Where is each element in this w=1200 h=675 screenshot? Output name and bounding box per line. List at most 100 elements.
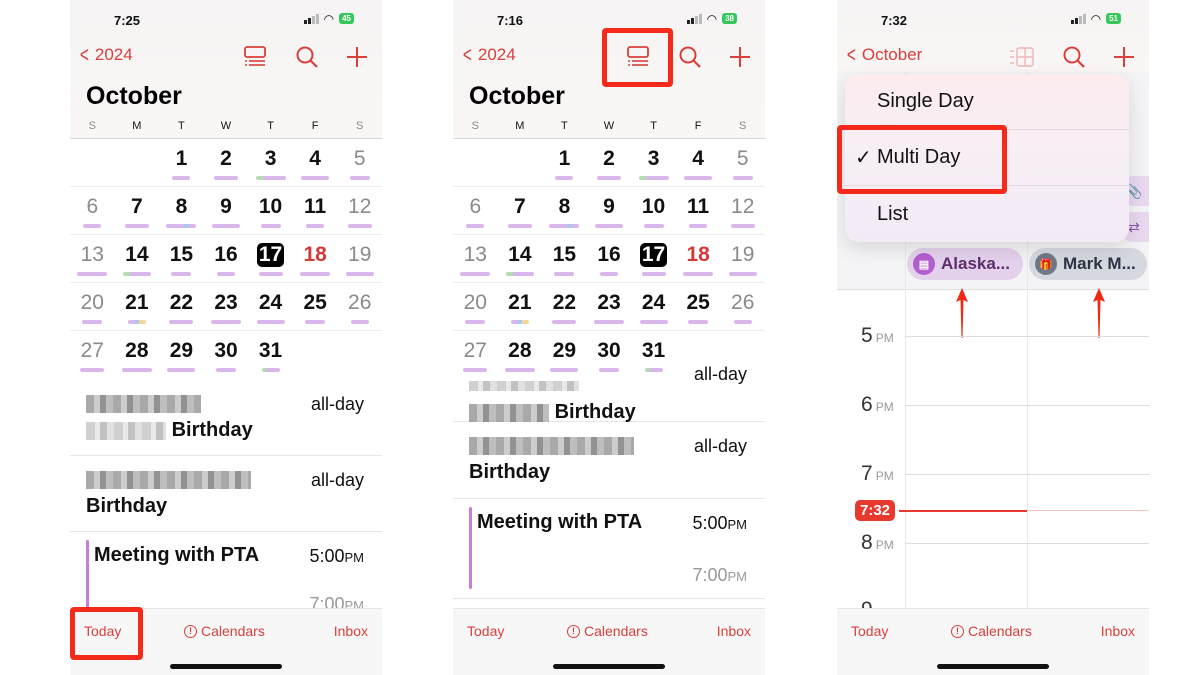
day-cell[interactable]: 8	[159, 187, 204, 234]
day-cell[interactable]: 15	[159, 235, 204, 282]
day-cell[interactable]: 20	[70, 283, 115, 330]
day-cell[interactable]: 30	[204, 331, 249, 379]
day-number: 2	[220, 147, 232, 170]
day-cell[interactable]: 1	[159, 139, 204, 186]
month-title: October	[469, 82, 565, 110]
today-button[interactable]: Today	[467, 623, 504, 639]
calendars-button[interactable]: ! Calendars	[184, 623, 265, 639]
day-cell[interactable]: 12	[720, 187, 765, 234]
calendars-button[interactable]: ! Calendars	[951, 623, 1032, 639]
view-toggle-button[interactable]	[242, 44, 268, 70]
inbox-button[interactable]: Inbox	[1101, 623, 1135, 639]
day-cell[interactable]: 4	[293, 139, 338, 186]
day-cell[interactable]: 7	[115, 187, 160, 234]
day-cell[interactable]: 11	[293, 187, 338, 234]
day-cell[interactable]: 12	[337, 187, 382, 234]
day-cell[interactable]: 21	[498, 283, 543, 330]
day-cell[interactable]: 5	[720, 139, 765, 186]
day-cell[interactable]: 8	[542, 187, 587, 234]
day-cell[interactable]: 25	[293, 283, 338, 330]
day-cell[interactable]: 13	[70, 235, 115, 282]
day-cell[interactable]: 10	[631, 187, 676, 234]
calendars-button[interactable]: ! Calendars	[567, 623, 648, 639]
day-cell[interactable]: 16	[587, 235, 632, 282]
day-cell[interactable]: 18	[293, 235, 338, 282]
chevron-left-icon: <	[79, 42, 89, 67]
day-cell[interactable]: 23	[204, 283, 249, 330]
day-cell[interactable]: 5	[337, 139, 382, 186]
day-cell[interactable]: 13	[453, 235, 498, 282]
event-item[interactable]: Birthday all-day	[70, 380, 382, 456]
hour-suffix: PM	[875, 400, 894, 414]
event-item[interactable]: Birthday all-day	[70, 456, 382, 532]
event-start-time: 5:00PM	[309, 546, 364, 567]
day-cell[interactable]: 19	[337, 235, 382, 282]
day-cell[interactable]: 3	[248, 139, 293, 186]
event-item[interactable]: Birthday all-day	[453, 422, 765, 499]
day-cell[interactable]: 20	[453, 283, 498, 330]
menu-item-single-day[interactable]: Single Day	[845, 74, 1129, 130]
day-cell[interactable]: 18	[676, 235, 721, 282]
day-cell[interactable]: 17	[248, 235, 293, 282]
search-button[interactable]	[1061, 44, 1087, 70]
search-button[interactable]	[677, 44, 703, 70]
day-cell[interactable]: 1	[542, 139, 587, 186]
day-number: 15	[169, 243, 194, 266]
back-button[interactable]: <2024	[78, 44, 133, 66]
add-event-button[interactable]	[727, 44, 753, 70]
event-indicator	[730, 224, 755, 228]
all-day-event-chip[interactable]: 🎁 Mark M...	[1029, 248, 1147, 280]
day-cell[interactable]: 26	[720, 283, 765, 330]
all-day-event-chip[interactable]: ▤ Alaska...	[907, 248, 1023, 280]
day-cell[interactable]: 27	[70, 331, 115, 379]
day-cell[interactable]: 3	[631, 139, 676, 186]
add-event-button[interactable]	[344, 44, 370, 70]
today-button[interactable]: Today	[851, 623, 888, 639]
event-item[interactable]: Birthday all-day	[453, 364, 765, 423]
event-indicator	[211, 224, 240, 228]
back-button[interactable]: < October	[845, 44, 922, 66]
day-number: 16	[214, 243, 238, 266]
day-cell[interactable]: 6	[453, 187, 498, 234]
search-button[interactable]	[294, 44, 320, 70]
event-indicator	[593, 320, 624, 324]
day-cell[interactable]: 24	[248, 283, 293, 330]
day-cell[interactable]: 23	[587, 283, 632, 330]
day-cell[interactable]: 9	[587, 187, 632, 234]
event-item[interactable]: Meeting with PTA 5:00PM 7:00PM	[70, 532, 382, 614]
inbox-button[interactable]: Inbox	[334, 623, 368, 639]
day-cell[interactable]: 6	[70, 187, 115, 234]
day-cell[interactable]: 31	[248, 331, 293, 379]
add-event-button[interactable]	[1111, 44, 1137, 70]
day-cell[interactable]: 7	[498, 187, 543, 234]
day-number: 5	[736, 147, 749, 170]
day-cell[interactable]: 17	[631, 235, 676, 282]
day-number: 8	[558, 195, 571, 218]
day-cell[interactable]: 22	[542, 283, 587, 330]
day-cell[interactable]: 28	[115, 331, 160, 379]
day-cell[interactable]: 19	[720, 235, 765, 282]
day-cell[interactable]: 15	[542, 235, 587, 282]
inbox-button[interactable]: Inbox	[717, 623, 751, 639]
day-cell[interactable]: 14	[498, 235, 543, 282]
day-cell[interactable]: 21	[115, 283, 160, 330]
redacted-name	[86, 421, 166, 440]
day-cell[interactable]: 24	[631, 283, 676, 330]
day-cell[interactable]: 25	[676, 283, 721, 330]
day-cell[interactable]: 9	[204, 187, 249, 234]
event-item[interactable]: Meeting with PTA 5:00PM 7:00PM	[453, 499, 765, 599]
day-cell[interactable]: 2	[587, 139, 632, 186]
day-cell[interactable]: 16	[204, 235, 249, 282]
day-cell[interactable]: 14	[115, 235, 160, 282]
day-cell[interactable]: 29	[159, 331, 204, 379]
day-cell[interactable]: 4	[676, 139, 721, 186]
menu-item-list[interactable]: List	[845, 186, 1129, 242]
day-cell[interactable]: 10	[248, 187, 293, 234]
back-button[interactable]: <2024	[461, 44, 516, 66]
day-cell[interactable]: 11	[676, 187, 721, 234]
day-cell[interactable]: 26	[337, 283, 382, 330]
view-toggle-button[interactable]	[1009, 44, 1035, 70]
day-cell[interactable]: 2	[204, 139, 249, 186]
current-time-line	[899, 510, 1027, 512]
day-cell[interactable]: 22	[159, 283, 204, 330]
